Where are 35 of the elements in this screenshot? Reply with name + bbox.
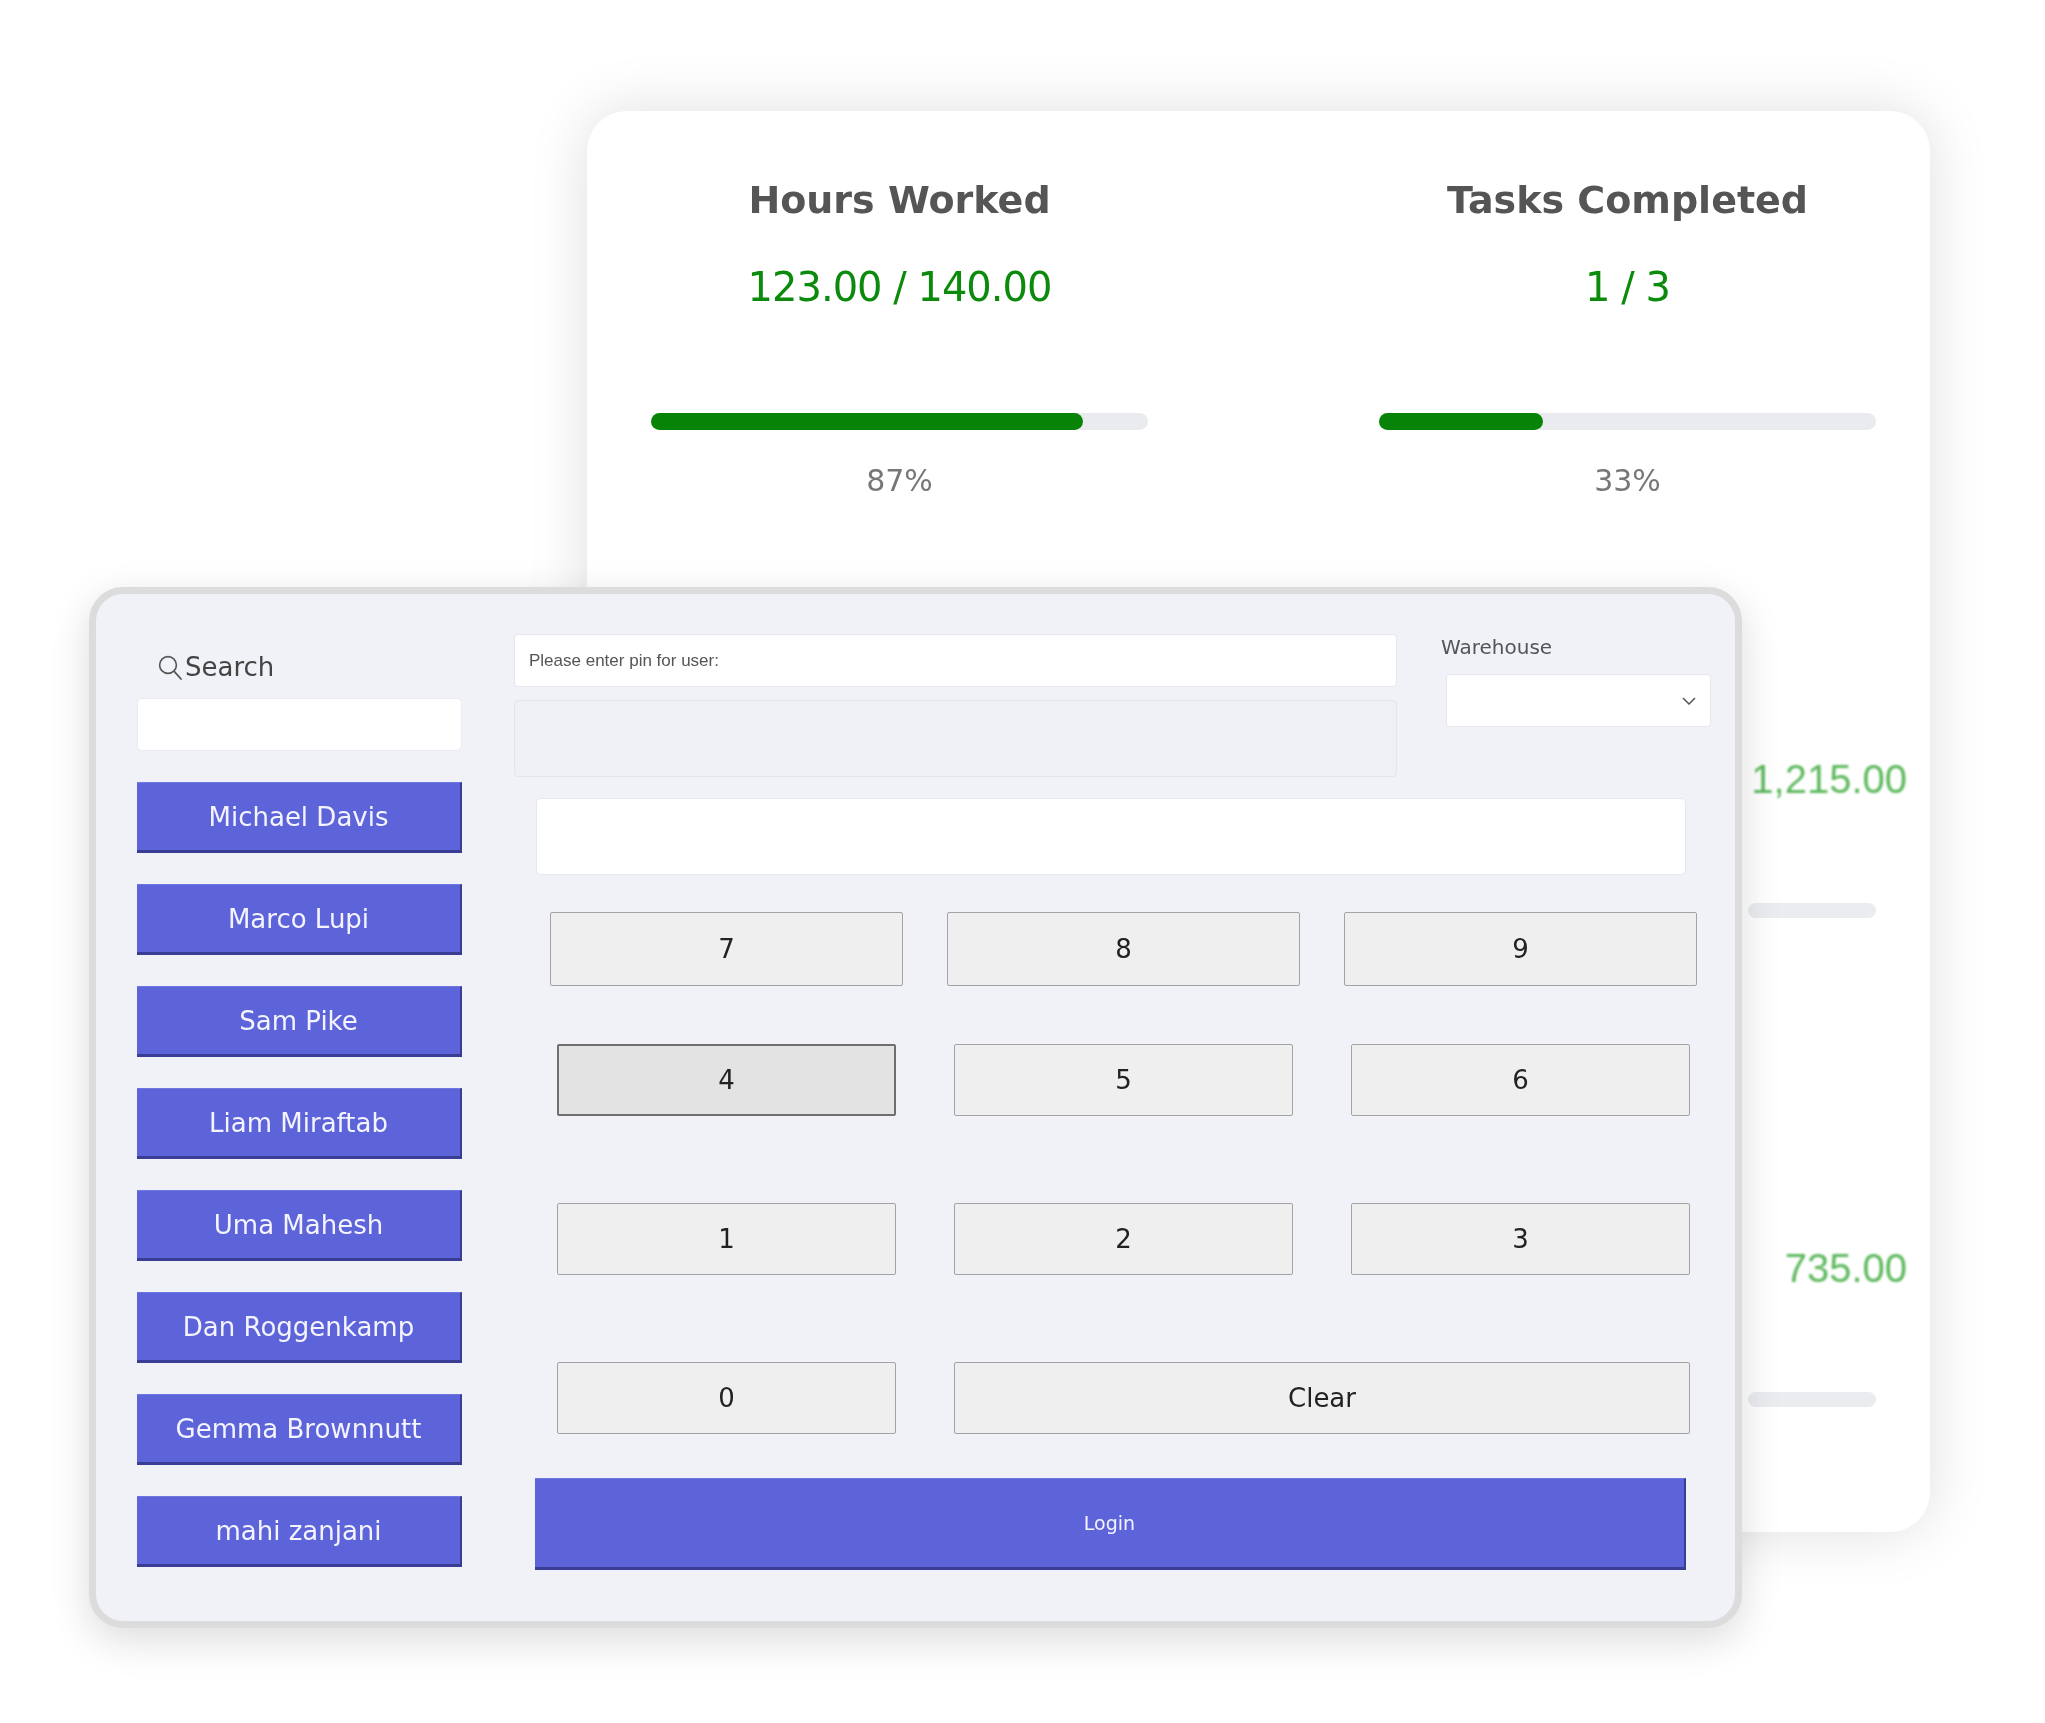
stat-value: 123.00 / 140.00 — [747, 263, 1052, 311]
digit-key[interactable]: 1 — [557, 1203, 896, 1275]
digit-key[interactable]: 3 — [1351, 1203, 1690, 1275]
digit-key[interactable]: 5 — [954, 1044, 1293, 1116]
search-icon — [158, 654, 182, 680]
digit-key[interactable]: 4 — [557, 1044, 896, 1116]
digit-key[interactable]: 0 — [557, 1362, 896, 1434]
login-button[interactable]: Login — [535, 1478, 1686, 1570]
user-button[interactable]: mahi zanjani — [137, 1496, 462, 1567]
stat-title: Hours Worked — [748, 177, 1051, 223]
percent-label: 87% — [866, 463, 933, 499]
warehouse-select[interactable] — [1446, 674, 1711, 727]
user-button[interactable]: Liam Miraftab — [137, 1088, 462, 1159]
stat-value: 735.00 — [1783, 1245, 1907, 1292]
warehouse-label: Warehouse — [1441, 635, 1553, 659]
chevron-down-icon — [1682, 696, 1696, 705]
digit-key[interactable]: 8 — [947, 912, 1300, 986]
stat-value: 1,215.00 — [1750, 756, 1907, 803]
user-button[interactable]: Uma Mahesh — [137, 1190, 462, 1261]
digit-key[interactable]: 6 — [1351, 1044, 1690, 1116]
user-button[interactable]: Marco Lupi — [137, 884, 462, 955]
digit-key[interactable]: 7 — [550, 912, 903, 986]
user-button[interactable]: Sam Pike — [137, 986, 462, 1057]
user-button[interactable]: Gemma Brownnutt — [137, 1394, 462, 1465]
user-button[interactable]: Michael Davis — [137, 782, 462, 853]
pin-prompt: Please enter pin for user: — [514, 634, 1397, 687]
clear-button[interactable]: Clear — [954, 1362, 1690, 1434]
stat-title: Tasks Completed — [1446, 177, 1809, 223]
percent-label: 33% — [1594, 463, 1661, 499]
stat-value: 1 / 3 — [1585, 263, 1670, 311]
digit-key[interactable]: 9 — [1344, 912, 1697, 986]
pin-field[interactable] — [536, 798, 1686, 875]
user-button[interactable]: Dan Roggenkamp — [137, 1292, 462, 1363]
search-label: Search — [185, 652, 275, 682]
digit-key[interactable]: 2 — [954, 1203, 1293, 1275]
